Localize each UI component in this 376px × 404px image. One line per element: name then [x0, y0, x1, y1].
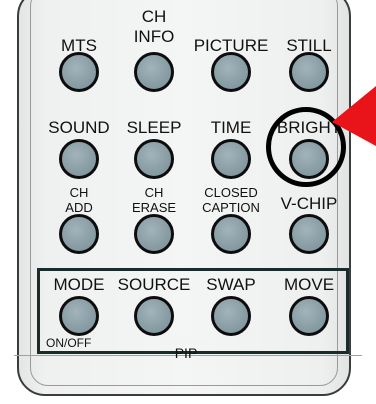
source-label: SOURCE [118, 276, 191, 293]
swap-label-line: SWAP [206, 275, 256, 294]
v-chip-label-line: V-CHIP [280, 194, 338, 213]
sleep-label: SLEEP [127, 119, 182, 136]
sound-button[interactable] [59, 139, 99, 179]
ch-erase-label-line: ERASE [131, 200, 177, 215]
swap-label: SWAP [206, 276, 255, 293]
mode-label: MODE [54, 276, 105, 293]
move-label: MOVE [284, 276, 334, 293]
ch-add-label-line: CH [69, 185, 89, 200]
time-button[interactable] [211, 139, 251, 179]
sound-label: SOUND [48, 119, 109, 136]
source-button[interactable] [134, 296, 174, 336]
closed-caption-label-line: CAPTION [202, 200, 260, 215]
closed-caption-label: CLOSED CAPTION [202, 185, 260, 215]
time-label: TIME [211, 119, 252, 136]
remote-lower-edge [14, 355, 362, 404]
ch-erase-label: CH ERASE [132, 185, 176, 215]
mode-onoff-label: ON/OFF [46, 336, 92, 350]
pip-group-label: PIP [174, 345, 198, 361]
still-button[interactable] [289, 52, 329, 92]
sleep-button[interactable] [134, 139, 174, 179]
ch-info-label: CH INFO [134, 7, 175, 47]
ch-info-label-line: INFO [133, 27, 175, 46]
ch-erase-button[interactable] [134, 214, 174, 254]
source-label-line: SOURCE [117, 275, 191, 294]
swap-button[interactable] [211, 296, 251, 336]
time-label-line: TIME [210, 118, 252, 137]
closed-caption-button[interactable] [211, 214, 251, 254]
ch-erase-label-line: CH [144, 185, 164, 200]
move-label-line: MOVE [283, 275, 335, 294]
picture-button[interactable] [211, 52, 251, 92]
red-pointer-arrow-icon [332, 86, 376, 146]
ch-info-label-line: CH [141, 7, 167, 26]
sleep-label-line: SLEEP [126, 118, 182, 137]
v-chip-label: V-CHIP [281, 195, 338, 212]
mode-label-line: MODE [53, 275, 105, 294]
move-button[interactable] [289, 296, 329, 336]
ch-add-label-line: ADD [65, 200, 93, 215]
closed-caption-label-line: CLOSED [204, 185, 258, 200]
ch-info-button[interactable] [134, 52, 174, 92]
ch-add-label: CH ADD [65, 185, 92, 215]
sound-label-line: SOUND [48, 118, 110, 137]
mode-button[interactable] [59, 296, 99, 336]
ch-add-button[interactable] [59, 214, 99, 254]
mts-button[interactable] [59, 52, 99, 92]
v-chip-button[interactable] [289, 214, 329, 254]
